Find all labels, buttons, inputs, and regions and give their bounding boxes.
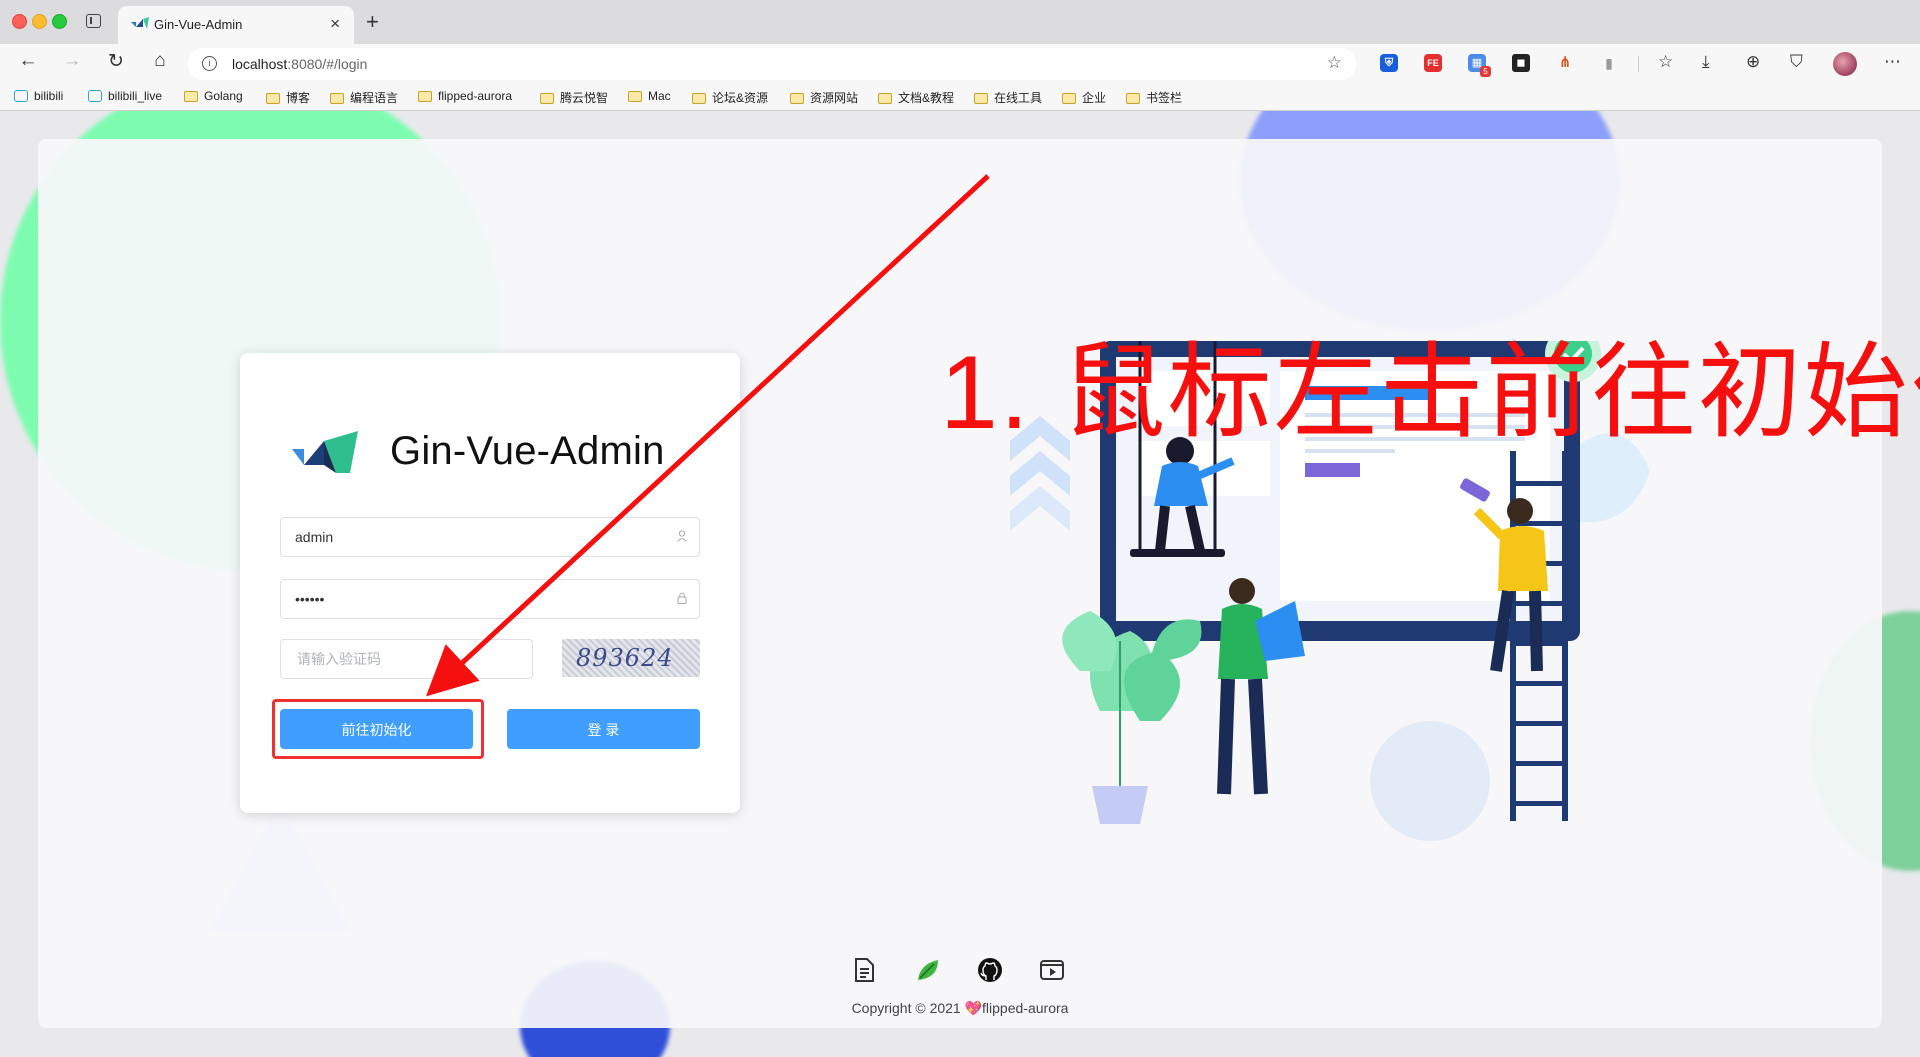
bookmark-folder[interactable]: flipped-aurora [418,89,512,103]
tab-close-icon[interactable]: × [330,14,340,34]
folder-icon [878,93,892,104]
mic-extension-icon[interactable]: ▮ [1600,54,1618,72]
bilibili-icon [88,90,102,102]
bookmark-label: bilibili_live [108,89,163,103]
reload-icon[interactable]: ↻ [102,50,130,73]
gva-favicon-icon [131,17,149,29]
bookmark-label: flipped-aurora [438,89,513,103]
add-favorite-icon[interactable]: ☆ [1327,53,1342,73]
reader-extension-icon[interactable]: ◼ [1512,54,1530,72]
folder-icon [790,93,804,104]
folder-icon [418,91,432,102]
bookmark-label: 论坛&资源 [712,91,769,105]
back-icon[interactable]: ← [14,50,42,72]
browser-tab[interactable]: Gin-Vue-Admin × [118,6,354,44]
bookmark-folder[interactable]: 文档&教程 [878,89,954,106]
folder-icon [692,93,706,104]
folder-icon [1126,93,1140,104]
bookmark-folder[interactable]: 编程语言 [330,89,398,106]
bookmark-label: Mac [648,89,671,103]
bookmark-label: 企业 [1082,91,1107,105]
window-minimize-button[interactable] [32,14,47,29]
browser-tab-bar: Gin-Vue-Admin × + [0,0,1920,44]
folder-icon [628,91,642,102]
bookmark-label: Golang [204,89,243,103]
window-zoom-button[interactable] [52,14,67,29]
document-icon[interactable] [850,956,878,984]
more-menu-icon[interactable]: ⋯ [1884,52,1901,72]
bookmark-label: 资源网站 [810,91,859,105]
annotation-arrow [425,174,990,697]
folder-icon [974,93,988,104]
bookmark-folder[interactable]: 资源网站 [790,89,858,106]
bookmark-folder[interactable]: 论坛&资源 [692,89,768,106]
bookmark-folder[interactable]: 书签栏 [1126,89,1182,106]
bookmark-item[interactable]: bilibili [14,89,63,103]
video-icon[interactable] [1038,956,1066,984]
bookmark-folder[interactable]: 在线工具 [974,89,1042,106]
bookmarks-bar: bilibili bilibili_live Golang 博客 编程语言 fl… [0,84,1920,111]
bookmark-label: 文档&教程 [898,91,955,105]
bookmark-label: 编程语言 [350,91,399,105]
bilibili-icon [14,90,28,102]
site-info-icon[interactable]: i [202,56,217,71]
bookmark-label: 腾云悦智 [560,91,609,105]
page-viewport: Gin-Vue-Admin admin •••••• 893624 前往初始化 … [0,111,1920,1057]
leaf-icon[interactable] [914,956,942,984]
bookmark-label: 博客 [286,91,311,105]
bitwarden-extension-icon[interactable]: ⛨ [1380,54,1398,72]
forward-icon[interactable]: → [58,50,86,72]
tab-actions-icon[interactable] [86,14,101,28]
home-icon[interactable]: ⌂ [146,50,174,72]
folder-icon [1062,93,1076,104]
footer-links [850,956,1064,988]
folder-icon [540,93,554,104]
window-close-button[interactable] [12,14,27,29]
bookmark-label: bilibili [34,89,64,103]
github-icon[interactable] [976,956,1004,984]
downloads-icon[interactable]: ⤓ [1702,52,1710,72]
extension-badge: 5 [1480,66,1491,77]
url-path: :8080/#/login [287,56,368,72]
bookmark-folder[interactable]: Golang [184,89,243,103]
profile-avatar[interactable] [1833,52,1857,76]
browser-toolbar: ← → ↻ ⌂ i localhost:8080/#/login ☆ ⛨ FE … [0,44,1920,84]
tab-title: Gin-Vue-Admin [154,17,243,32]
folder-icon [184,91,198,102]
bookmark-folder[interactable]: Mac [628,89,671,103]
address-bar[interactable]: i localhost:8080/#/login ☆ [188,48,1356,80]
bookmark-item[interactable]: bilibili_live [88,89,162,103]
folder-icon [266,93,280,104]
performance-icon[interactable]: ⛉ [1790,52,1803,72]
bookmark-folder[interactable]: 腾云悦智 [540,89,608,106]
bookmark-folder[interactable]: 博客 [266,89,310,106]
bookmark-label: 在线工具 [994,91,1043,105]
copyright-text: Copyright © 2021 💖flipped-aurora [851,1000,1069,1016]
favorites-icon[interactable]: ☆ [1658,52,1673,72]
bookmark-label: 书签栏 [1146,91,1183,105]
collections-icon[interactable]: ⊕ [1746,52,1760,72]
address-url[interactable]: localhost:8080/#/login [232,56,367,72]
folder-icon [330,93,344,104]
tree-extension-icon[interactable]: ⋔ [1556,54,1574,72]
fe-extension-icon[interactable]: FE [1424,54,1442,72]
toolbar-divider [1638,56,1639,72]
bookmark-folder[interactable]: 企业 [1062,89,1106,106]
new-tab-button[interactable]: + [366,9,379,35]
url-host: localhost [232,56,288,72]
